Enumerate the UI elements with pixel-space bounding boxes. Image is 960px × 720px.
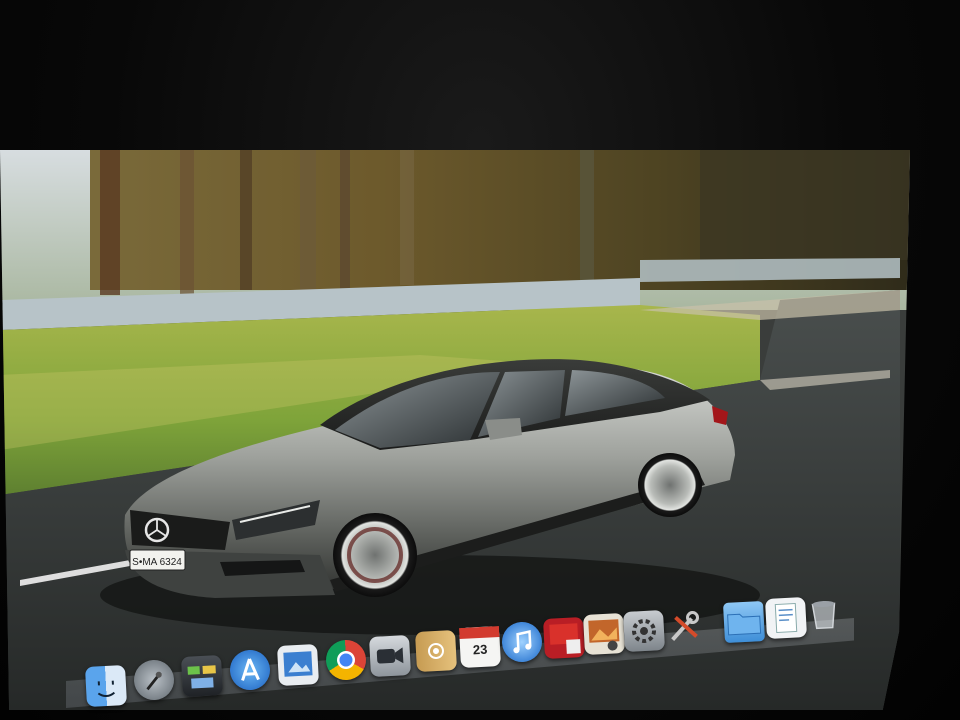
mission-control-icon[interactable] — [180, 654, 224, 698]
photo-booth-icon[interactable] — [542, 616, 586, 660]
camera-icon[interactable] — [368, 634, 412, 678]
chrome-icon[interactable] — [324, 638, 368, 682]
document-icon[interactable] — [764, 596, 808, 640]
tools-icon[interactable] — [663, 606, 705, 648]
rocket-icon[interactable] — [132, 658, 176, 702]
address-book-icon[interactable] — [414, 629, 458, 673]
front-wheel — [333, 513, 417, 597]
license-plate: S•MA 6324 — [132, 557, 182, 568]
photo-icon[interactable] — [582, 612, 626, 656]
folder-icon[interactable] — [722, 600, 766, 644]
music-note-icon[interactable] — [500, 620, 544, 664]
finder-icon[interactable] — [84, 664, 128, 708]
rear-wheel — [638, 453, 702, 517]
trash-icon[interactable] — [803, 593, 845, 635]
app-store-icon[interactable] — [228, 648, 272, 692]
calendar-icon[interactable]: 23 — [458, 625, 502, 669]
calendar-day: 23 — [472, 641, 488, 658]
gear-icon[interactable] — [622, 609, 666, 653]
preview-icon[interactable] — [276, 643, 320, 687]
